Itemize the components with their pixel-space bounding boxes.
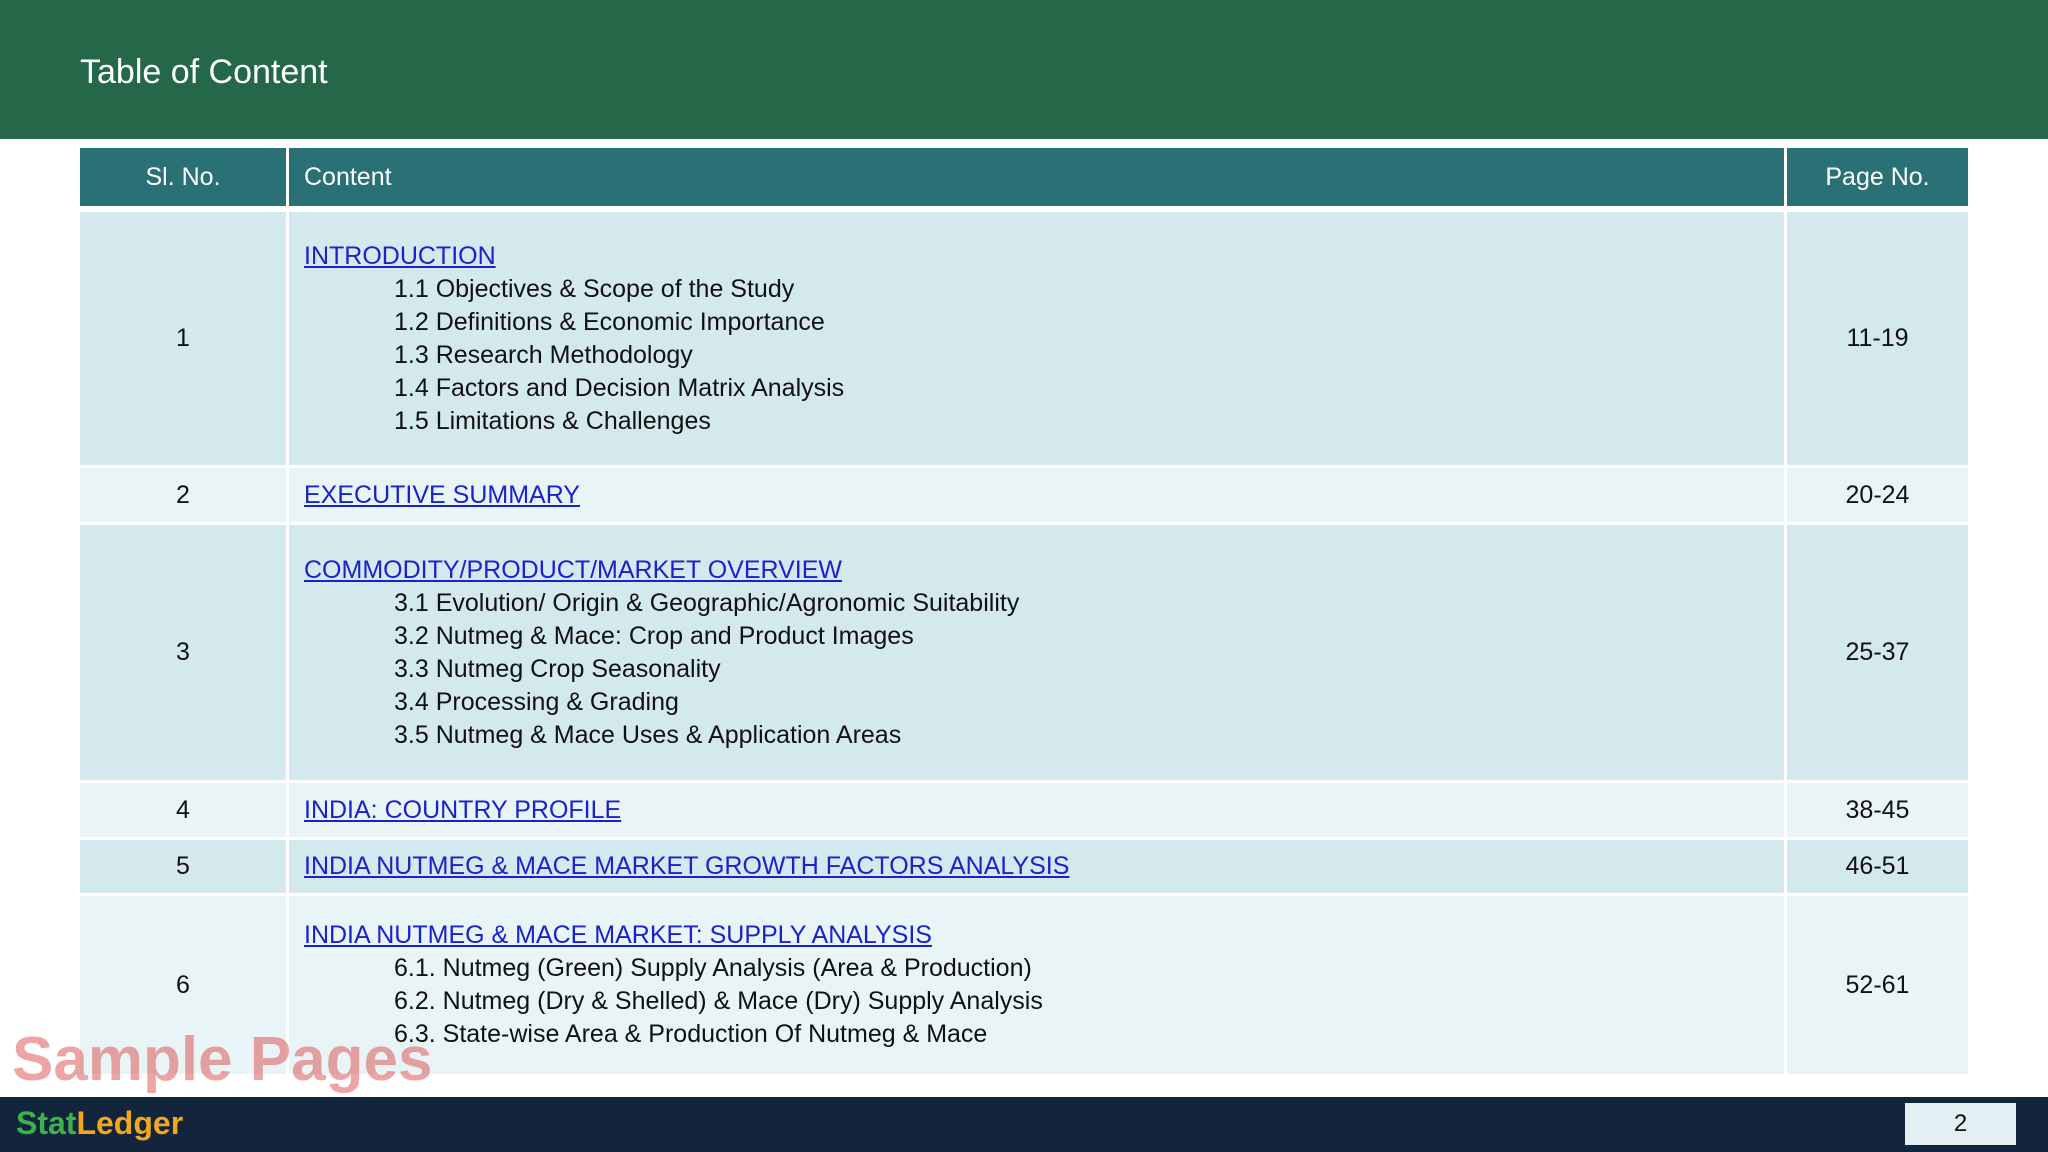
toc-row: 6 INDIA NUTMEG & MACE MARKET: SUPPLY ANA… [80, 896, 1968, 1074]
subsection-item: 1.5 Limitations & Challenges [394, 406, 711, 435]
toc-table: Sl. No. Content Page No. 1 INTRODUCTION … [80, 148, 1968, 1074]
toc-row: 5 INDIA NUTMEG & MACE MARKET GROWTH FACT… [80, 840, 1968, 896]
toc-row: 1 INTRODUCTION 1.1 Objectives & Scope of… [80, 212, 1968, 468]
logo-text-stat: Stat [16, 1105, 77, 1141]
logo-text-ledger: Ledger [76, 1105, 184, 1141]
row-content: INTRODUCTION 1.1 Objectives & Scope of t… [304, 240, 844, 438]
row-number: 3 [176, 638, 190, 666]
footer-band: StatLedger 2 [0, 1097, 2048, 1152]
page-range: 46-51 [1845, 852, 1910, 880]
header-band: Table of Content [0, 0, 2048, 139]
subsection-item: 3.3 Nutmeg Crop Seasonality [394, 654, 721, 683]
page-range: 25-37 [1845, 638, 1910, 666]
toc-row: 2 EXECUTIVE SUMMARY 20-24 [80, 468, 1968, 525]
subsection-item: 1.3 Research Methodology [394, 340, 693, 369]
subsection-item: 3.5 Nutmeg & Mace Uses & Application Are… [394, 720, 902, 749]
section-link-country-profile[interactable]: INDIA: COUNTRY PROFILE [304, 794, 621, 827]
row-number: 2 [176, 480, 190, 509]
section-link-supply-analysis[interactable]: INDIA NUTMEG & MACE MARKET: SUPPLY ANALY… [304, 919, 1043, 952]
col-header-page-no: Page No. [1784, 148, 1968, 206]
toc-row: 3 COMMODITY/PRODUCT/MARKET OVERVIEW 3.1 … [80, 525, 1968, 783]
page-range: 11-19 [1846, 324, 1909, 352]
page-range: 52-61 [1845, 970, 1910, 999]
subsection-item: 3.2 Nutmeg & Mace: Crop and Product Imag… [394, 621, 914, 650]
subsection-item: 3.1 Evolution/ Origin & Geographic/Agron… [394, 588, 1020, 617]
row-number: 6 [176, 970, 190, 999]
page-number: 2 [1953, 1110, 1968, 1137]
row-number: 4 [176, 795, 190, 824]
col-header-sl-no: Sl. No. [145, 162, 221, 191]
subsection-item: 3.4 Processing & Grading [394, 687, 679, 716]
statledger-logo: StatLedger [16, 1105, 184, 1141]
row-content: COMMODITY/PRODUCT/MARKET OVERVIEW 3.1 Ev… [304, 554, 1019, 752]
subsection-item: 1.4 Factors and Decision Matrix Analysis [394, 373, 845, 402]
subsection-item: 1.1 Objectives & Scope of the Study [394, 274, 795, 303]
section-link-growth-factors[interactable]: INDIA NUTMEG & MACE MARKET GROWTH FACTOR… [304, 850, 1069, 883]
subsection-item: 6.3. State-wise Area & Production Of Nut… [394, 1020, 988, 1048]
toc-header-row: Sl. No. Content Page No. [80, 148, 1968, 212]
subsection-item: 6.1. Nutmeg (Green) Supply Analysis (Are… [394, 954, 1032, 982]
subsection-item: 1.2 Definitions & Economic Importance [394, 307, 825, 336]
col-header-content: Content [286, 148, 1784, 206]
subsection-item: 6.2. Nutmeg (Dry & Shelled) & Mace (Dry)… [394, 987, 1043, 1015]
row-content: INDIA NUTMEG & MACE MARKET: SUPPLY ANALY… [304, 919, 1043, 1051]
row-number: 1 [176, 324, 190, 352]
section-link-introduction[interactable]: INTRODUCTION [304, 240, 844, 273]
page-number-box: 2 [1905, 1103, 2016, 1145]
page-range: 38-45 [1845, 795, 1910, 824]
page-title: Table of Content [80, 53, 328, 91]
row-number: 5 [176, 852, 190, 880]
toc-row: 4 INDIA: COUNTRY PROFILE 38-45 [80, 783, 1968, 840]
section-link-market-overview[interactable]: COMMODITY/PRODUCT/MARKET OVERVIEW [304, 554, 1019, 587]
page-range: 20-24 [1845, 480, 1910, 509]
section-link-executive-summary[interactable]: EXECUTIVE SUMMARY [304, 479, 580, 512]
